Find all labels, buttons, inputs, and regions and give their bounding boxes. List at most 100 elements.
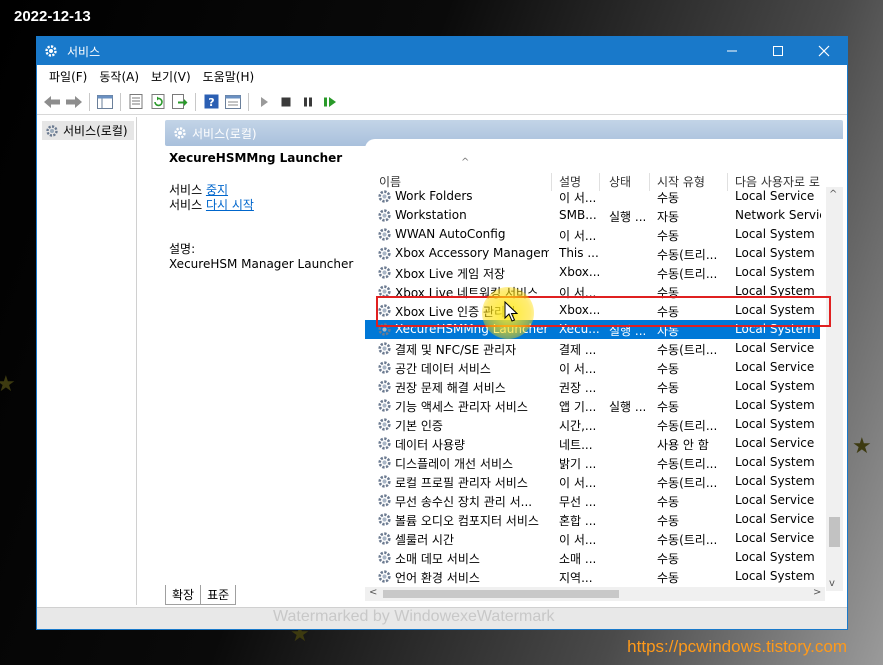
service-startup-type: 수동: [657, 191, 680, 205]
gear-icon: [46, 124, 58, 137]
table-row[interactable]: 데이터 사용량 네트... 사용 안 함 Local Service: [365, 434, 820, 453]
tree-pane: 서비스(로컬): [39, 117, 137, 605]
title-bar[interactable]: 서비스: [37, 37, 847, 65]
table-row[interactable]: Xbox Accessory Managem... This ... 수동(트리..…: [365, 244, 820, 263]
horizontal-scroll-thumb[interactable]: [383, 590, 619, 598]
service-name: 데이터 사용량: [395, 438, 466, 452]
table-row[interactable]: 결제 및 NFC/SE 관리자 결제 ... 수동(트리... Local Servi…: [365, 339, 820, 358]
date-label: 2022-12-13: [14, 8, 91, 25]
service-name: 결제 및 NFC/SE 관리자: [395, 343, 517, 357]
table-row[interactable]: 셀룰러 시간 이 서... 수동(트리... Local Service: [365, 529, 820, 548]
star-icon: ★: [852, 434, 872, 459]
service-logon: Local System: [735, 474, 815, 488]
menu-view[interactable]: 보기(V): [145, 68, 197, 85]
tab-extended[interactable]: 확장: [165, 585, 202, 605]
watermark-text: Watermarked by WindowexeWatermark: [273, 608, 555, 625]
restart-service-link[interactable]: 다시 시작: [206, 198, 254, 212]
scroll-left-icon[interactable]: <: [369, 587, 377, 598]
horizontal-scrollbar[interactable]: < >: [365, 587, 825, 601]
forward-arrow-icon[interactable]: [63, 91, 85, 113]
tree-item-services-local[interactable]: 서비스(로컬): [42, 121, 134, 140]
service-description: 이 서...: [559, 476, 597, 490]
service-logon: Local System: [735, 417, 815, 431]
table-row[interactable]: 기본 인증 시간,... 수동(트리... Local System: [365, 415, 820, 434]
gear-icon: [377, 474, 392, 489]
vertical-scrollbar[interactable]: ^ v: [826, 187, 843, 591]
properties-icon[interactable]: [125, 91, 147, 113]
restart-service-prefix: 서비스: [169, 198, 206, 212]
gear-icon: [377, 436, 392, 451]
table-row[interactable]: Workstation SMB... 실행 ... 자동 Network Service: [365, 206, 821, 225]
services-pane: 서비스(로컬) XecureHSMMng Launcher 서비스 중지 서비스…: [165, 117, 843, 607]
gear-icon: [377, 341, 392, 356]
service-startup-type: 수동(트리...: [657, 267, 718, 281]
toolbar: ?: [37, 89, 847, 115]
gear-icon: [377, 417, 392, 432]
start-icon[interactable]: [253, 91, 275, 113]
service-name: Xbox Accessory Managem...: [395, 246, 549, 260]
table-row[interactable]: 볼륨 오디오 컴포지터 서비스 혼합 ... 수동 Local Service: [365, 510, 820, 529]
service-description: This ...: [559, 246, 599, 260]
service-name: 공간 데이터 서비스: [395, 362, 491, 376]
restart-service-line: 서비스 다시 시작: [169, 198, 365, 213]
gear-icon: [377, 246, 392, 261]
service-name: 기본 인증: [395, 419, 443, 433]
table-row[interactable]: 기능 액세스 관리자 서비스 앱 기... 실행 ... 수동 Local System: [365, 396, 820, 415]
service-description: 시간,...: [559, 419, 597, 433]
table-row[interactable]: 소매 데모 서비스 소매 ... 수동 Local System: [365, 548, 820, 567]
service-startup-type: 수동(트리...: [657, 457, 718, 471]
service-startup-type: 사용 안 함: [657, 438, 709, 452]
minimize-icon[interactable]: [709, 37, 755, 65]
export-icon[interactable]: [169, 91, 191, 113]
table-row[interactable]: 공간 데이터 서비스 이 서... 수동 Local Service: [365, 358, 820, 377]
service-name: 소매 데모 서비스: [395, 552, 480, 566]
gear-icon: [377, 189, 392, 204]
scroll-down-icon[interactable]: v: [829, 578, 835, 589]
help-icon[interactable]: ?: [200, 91, 222, 113]
service-name: Workstation: [395, 208, 467, 222]
table-row[interactable]: 언어 환경 서비스 지역... 수동 Local System: [365, 567, 820, 586]
refresh-icon[interactable]: [147, 91, 169, 113]
back-arrow-icon[interactable]: [41, 91, 63, 113]
menu-file[interactable]: 파일(F): [43, 68, 93, 85]
stop-service-link[interactable]: 중지: [206, 183, 228, 197]
stop-service-line: 서비스 중지: [169, 183, 365, 198]
table-row[interactable]: 디스플레이 개선 서비스 밝기 ... 수동(트리... Local System: [365, 453, 820, 472]
close-icon[interactable]: [801, 37, 847, 65]
show-tree-icon[interactable]: [94, 91, 116, 113]
menu-help[interactable]: 도움말(H): [197, 68, 261, 85]
stop-icon[interactable]: [275, 91, 297, 113]
scroll-up-icon[interactable]: ^: [829, 189, 837, 200]
service-description: 이 서...: [559, 191, 597, 205]
menu-action[interactable]: 동작(A): [93, 68, 145, 85]
table-row[interactable]: Xbox Live 게임 저장 Xbox... 수동(트리... Local Syst…: [365, 263, 820, 282]
restart-icon[interactable]: [319, 91, 341, 113]
table-row[interactable]: 로컬 프로필 관리자 서비스 이 서... 수동(트리... Local System: [365, 472, 820, 491]
svg-text:?: ?: [208, 96, 214, 109]
toolbar-separator: [89, 92, 90, 111]
pause-icon[interactable]: [297, 91, 319, 113]
maximize-icon[interactable]: [755, 37, 801, 65]
scroll-right-icon[interactable]: >: [813, 587, 821, 598]
selected-service-title: XecureHSMMng Launcher: [169, 151, 343, 165]
service-description: 지역...: [559, 571, 593, 585]
service-description: 이 서...: [559, 229, 597, 243]
table-row[interactable]: 권장 문제 해결 서비스 권장 ... 수동 Local System: [365, 377, 820, 396]
table-row[interactable]: Work Folders 이 서... 수동 Local Service: [365, 187, 820, 206]
console-icon[interactable]: [222, 91, 244, 113]
vertical-scroll-thumb[interactable]: [829, 517, 840, 547]
gear-icon: [377, 493, 392, 508]
table-row[interactable]: WWAN AutoConfig 이 서... 수동 Local System: [365, 225, 820, 244]
gear-icon: [377, 360, 392, 375]
service-description: 이 서...: [559, 533, 597, 547]
service-startup-type: 수동: [657, 229, 680, 243]
service-name: 무선 송수신 장치 관리 서...: [395, 495, 533, 509]
service-logon: Local Service: [735, 493, 815, 507]
gear-icon: [377, 208, 392, 223]
tab-standard[interactable]: 표준: [200, 585, 237, 605]
service-description: 권장 ...: [559, 381, 597, 395]
service-logon: Local System: [735, 246, 815, 260]
service-startup-type: 자동: [657, 210, 680, 224]
service-description: 혼합 ...: [559, 514, 597, 528]
table-row[interactable]: 무선 송수신 장치 관리 서... 무선 ... 수동 Local Service: [365, 491, 820, 510]
